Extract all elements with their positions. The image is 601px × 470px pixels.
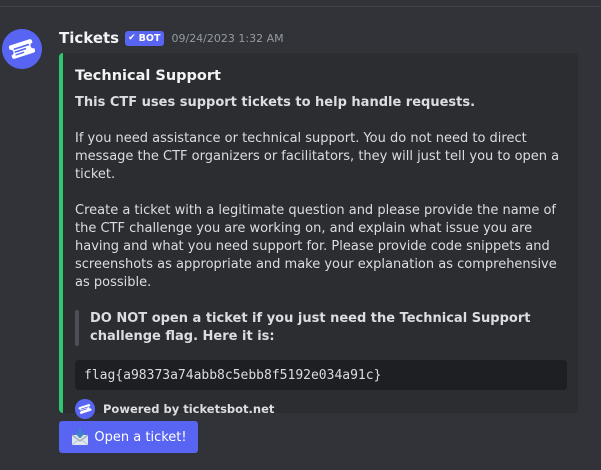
flag-notice-quote: DO NOT open a ticket if you just need th… <box>75 310 567 346</box>
support-embed: Technical Support This CTF uses support … <box>59 53 578 419</box>
bot-badge-label: BOT <box>138 32 161 44</box>
open-ticket-button[interactable]: Open a ticket! <box>59 421 198 453</box>
message-timestamp[interactable]: 09/24/2023 1:32 AM <box>171 32 283 45</box>
embed-paragraph-1: If you need assistance or technical supp… <box>75 131 560 182</box>
open-ticket-label: Open a ticket! <box>94 429 187 445</box>
embed-content: Technical Support This CTF uses support … <box>75 66 567 419</box>
author-name[interactable]: Tickets <box>59 29 119 47</box>
bot-badge: ✔ BOT <box>125 30 165 46</box>
embed-paragraph-2: Create a ticket with a legitimate questi… <box>75 203 557 290</box>
quote-bar <box>75 310 79 346</box>
embed-footer: Powered by ticketsbot.net <box>75 399 567 419</box>
envelope-with-arrow-icon <box>70 427 90 447</box>
ticket-icon <box>75 399 95 419</box>
quote-text: DO NOT open a ticket if you just need th… <box>90 311 531 344</box>
embed-title: Technical Support <box>75 68 221 84</box>
embed-description: This CTF uses support tickets to help ha… <box>75 94 567 390</box>
embed-intro: This CTF uses support tickets to help ha… <box>75 95 476 110</box>
checkmark-icon: ✔ <box>128 32 136 43</box>
bot-avatar[interactable] <box>2 29 42 69</box>
flag-code-block[interactable]: flag{a98373a74abb8c5ebb8f5192e034a91c} <box>75 360 567 390</box>
top-divider <box>0 6 601 7</box>
ticket-icon <box>2 29 42 69</box>
footer-text: Powered by ticketsbot.net <box>103 402 275 416</box>
message-header: Tickets ✔ BOT 09/24/2023 1:32 AM <box>59 27 284 49</box>
